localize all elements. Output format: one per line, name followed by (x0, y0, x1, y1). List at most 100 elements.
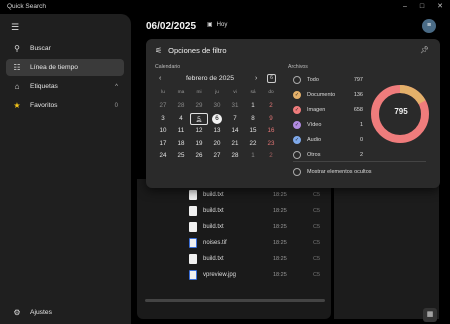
calendar-day[interactable]: 1 (244, 100, 262, 112)
category-count: 0 (359, 137, 363, 143)
layout-toggle-button[interactable]: ▦ (423, 308, 437, 322)
calendar-day[interactable]: 15 (244, 125, 262, 137)
calendar-day[interactable]: 22 (244, 138, 262, 150)
text-file-icon (189, 189, 197, 200)
calendar-day[interactable]: 14 (226, 125, 244, 137)
filter-button[interactable]: ≡ (422, 19, 436, 33)
horizontal-scrollbar[interactable] (145, 299, 325, 302)
checkbox[interactable] (293, 168, 301, 176)
calendar-day[interactable]: 25 (172, 150, 190, 162)
calendar-day-label: 6 (212, 113, 222, 124)
category-video[interactable]: ✓ Vídeo 1 (293, 119, 363, 131)
list-item[interactable]: build.txt 18:25 C5 (189, 219, 329, 234)
events-indicator: ••• (196, 118, 202, 125)
list-item[interactable]: vpreview.jpg 18:25 C5 (189, 267, 329, 282)
calendar-day[interactable]: 26 (190, 150, 208, 162)
preview-pane (334, 179, 439, 319)
checkbox[interactable] (293, 76, 301, 84)
checkbox[interactable] (293, 151, 301, 159)
donut-total: 795 (394, 107, 408, 116)
calendar-today-button[interactable]: 6 (267, 74, 276, 83)
calendar-day[interactable]: 9 (262, 113, 280, 125)
calendar-day[interactable]: 1 (244, 150, 262, 162)
hamburger-icon[interactable]: ☰ (11, 22, 19, 33)
sidebar-item-timeline[interactable]: ☷ Línea de tiempo (6, 59, 124, 76)
close-button[interactable]: ✕ (432, 1, 448, 12)
file-name: build.txt (203, 223, 224, 230)
chevron-up-icon[interactable]: ^ (115, 84, 118, 90)
category-all[interactable]: Todo 797 (293, 74, 363, 86)
category-audio[interactable]: ✓ Audio 0 (293, 134, 363, 146)
sidebar-item-label: Etiquetas (30, 83, 58, 90)
checkbox[interactable]: ✓ (293, 136, 301, 144)
today-button[interactable]: ▣ Hoy (207, 21, 227, 29)
star-icon: ★ (13, 101, 21, 110)
calendar-day[interactable]: 13 (208, 125, 226, 137)
file-name: build.txt (203, 207, 224, 214)
calendar-day[interactable]: 11 (172, 125, 190, 137)
calendar-label: Calendario (155, 64, 181, 70)
category-other[interactable]: Otros 2 (293, 149, 363, 161)
sidebar-item-label: Línea de tiempo (30, 64, 78, 71)
file-size: C5 (313, 191, 321, 198)
calendar-day[interactable]: 18 (172, 138, 190, 150)
calendar-day[interactable]: 30 (208, 100, 226, 112)
calendar-day[interactable]: 29 (190, 100, 208, 112)
calendar-day[interactable]: 6 (208, 113, 226, 125)
file-time: 18:25 (273, 255, 287, 262)
favorites-count: 0 (114, 102, 118, 109)
calendar-day[interactable]: 8 (244, 113, 262, 125)
calendar-day[interactable]: 24 (154, 150, 172, 162)
next-month-button[interactable]: › (255, 75, 257, 82)
sidebar-item-favorites[interactable]: ★ Favoritos 0 (6, 97, 124, 114)
maximize-button[interactable]: □ (414, 1, 430, 12)
list-item[interactable]: build.txt 18:25 C5 (189, 251, 329, 266)
pin-icon[interactable]: 📌︎ (420, 46, 429, 54)
calendar-day[interactable]: 2 (262, 100, 280, 112)
sidebar-item-search[interactable]: ⚲ Buscar (6, 40, 124, 57)
calendar-day[interactable]: 16 (262, 125, 280, 137)
filter-panel-title: Opciones de filtro (168, 46, 227, 55)
title-bar: Quick Search – □ ✕ (0, 0, 450, 14)
minimize-button[interactable]: – (397, 1, 413, 12)
checkbox[interactable]: ✓ (293, 91, 301, 99)
list-item[interactable]: build.txt 18:25 C5 (189, 203, 329, 218)
prev-month-button[interactable]: ‹ (159, 75, 161, 82)
checkbox[interactable]: ✓ (293, 106, 301, 114)
calendar-day[interactable]: 27 (208, 150, 226, 162)
calendar-day[interactable]: 20 (208, 138, 226, 150)
calendar-day[interactable]: 23 (262, 138, 280, 150)
calendar-day[interactable]: 28 (226, 150, 244, 162)
settings-button[interactable]: ⚙ Ajustes (6, 304, 124, 321)
category-count: 136 (353, 92, 363, 98)
calendar-day[interactable]: 5 ••• (190, 112, 208, 125)
filter-icon: ≡ (426, 22, 432, 29)
image-file-icon (189, 237, 197, 248)
sidebar-item-label: Favoritos (30, 102, 58, 109)
calendar-day[interactable]: 4 (172, 113, 190, 125)
calendar-day[interactable]: 17 (154, 138, 172, 150)
category-label: Documento (307, 92, 336, 98)
calendar-day[interactable]: 2 (262, 150, 280, 162)
sidebar: ☰ ⚲ Buscar ☷ Línea de tiempo ⌂ Etiquetas… (0, 14, 131, 324)
filter-panel-header: ⚟ Opciones de filtro (155, 46, 227, 55)
category-count: 658 (353, 107, 363, 113)
show-hidden-toggle[interactable]: Mostrar elementos ocultos (293, 168, 372, 176)
list-item[interactable]: noises.tif 18:25 C5 (189, 235, 329, 250)
category-document[interactable]: ✓ Documento 136 (293, 89, 363, 101)
calendar-day[interactable]: 3 (154, 113, 172, 125)
sidebar-item-tags[interactable]: ⌂ Etiquetas ^ (6, 78, 124, 95)
calendar-day[interactable]: 21 (226, 138, 244, 150)
list-item[interactable]: build.txt 18:25 C5 (189, 187, 329, 202)
calendar-day[interactable]: 27 (154, 100, 172, 112)
calendar-day[interactable]: 12 (190, 125, 208, 137)
calendar-day[interactable]: 19 (190, 138, 208, 150)
calendar-day[interactable]: 31 (226, 100, 244, 112)
calendar-day[interactable]: 10 (154, 125, 172, 137)
file-time: 18:25 (273, 271, 287, 278)
category-image[interactable]: ✓ Imagen 658 (293, 104, 363, 116)
file-size: C5 (313, 271, 321, 278)
calendar-day[interactable]: 7 (226, 113, 244, 125)
checkbox[interactable]: ✓ (293, 121, 301, 129)
calendar-day[interactable]: 28 (172, 100, 190, 112)
